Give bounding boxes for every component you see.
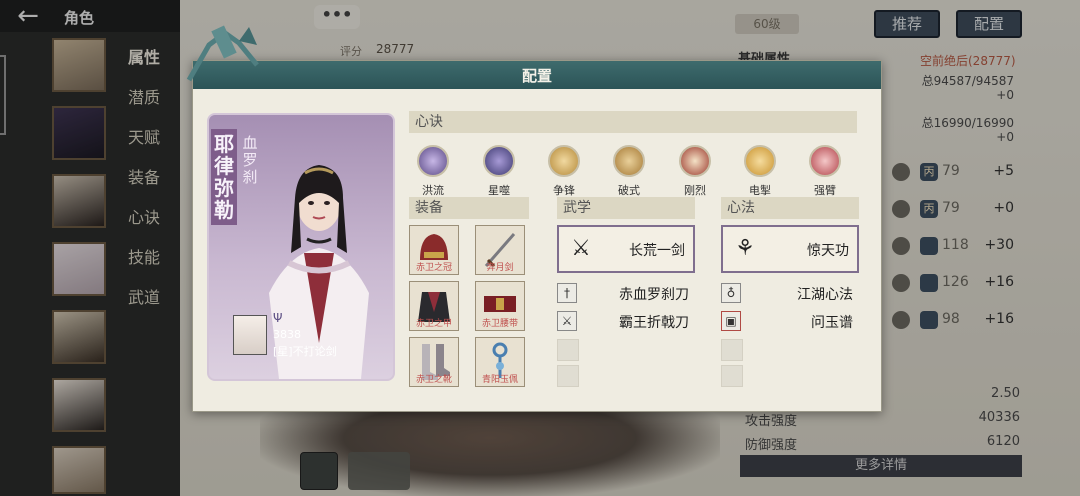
equip-name: 青阳玉佩 bbox=[481, 375, 518, 385]
skill-label: 星噬 bbox=[488, 184, 510, 197]
wuxue-main-name: 长荒一剑 bbox=[629, 243, 685, 259]
player-tag: [星]不打论剑 bbox=[273, 345, 337, 358]
skill-label: 洪流 bbox=[422, 184, 444, 197]
equip-slot-boots[interactable]: 赤卫之靴 bbox=[409, 337, 459, 387]
section-equip-header: 装备 bbox=[409, 197, 529, 219]
equip-name: 赤卫之甲 bbox=[415, 319, 452, 329]
xinfa-main-name: 惊天功 bbox=[807, 243, 849, 259]
equip-slot-accessory[interactable]: 青阳玉佩 bbox=[475, 337, 525, 387]
skill-label: 刚烈 bbox=[684, 184, 706, 197]
wuxue-sub-name[interactable]: 赤血罗刹刀 bbox=[585, 284, 695, 304]
ganglie-skill-icon[interactable] bbox=[679, 145, 711, 177]
blade-skill-icon[interactable]: † bbox=[557, 283, 577, 303]
section-xinfa-header: 心法 bbox=[721, 197, 859, 219]
empty-xinfa-slot[interactable] bbox=[721, 365, 743, 387]
sword-stance-icon: ⚔ bbox=[571, 236, 591, 261]
empty-wuxue-slot[interactable] bbox=[557, 365, 579, 387]
skill-label: 争锋 bbox=[553, 184, 575, 197]
skill-label: 破式 bbox=[618, 184, 640, 197]
sect-icon: Ψ bbox=[273, 311, 283, 325]
equip-slot-belt[interactable]: 赤卫腰带 bbox=[475, 281, 525, 331]
qiangbi-skill-icon[interactable] bbox=[809, 145, 841, 177]
equip-slot-armor[interactable]: 赤卫之甲 bbox=[409, 281, 459, 331]
equip-name: 奔月剑 bbox=[486, 263, 514, 273]
player-avatar bbox=[233, 315, 267, 355]
empty-xinfa-slot[interactable] bbox=[721, 339, 743, 361]
jade-manual-icon[interactable]: ▣ bbox=[721, 311, 741, 331]
empty-wuxue-slot[interactable] bbox=[557, 339, 579, 361]
xingshi-skill-icon[interactable] bbox=[483, 145, 515, 177]
skill-label: 强臂 bbox=[814, 184, 836, 197]
section-xinjue-header: 心诀 bbox=[409, 111, 857, 133]
character-title: 血罗刹 bbox=[242, 134, 258, 186]
character-name: 耶律弥勒 bbox=[211, 129, 237, 225]
modal-title: 配置 bbox=[521, 67, 552, 85]
xinfa-main-slot[interactable]: ⚘ 惊天功 bbox=[721, 225, 859, 273]
equip-slot-helmet[interactable]: 赤卫之冠 bbox=[409, 225, 459, 275]
zhengfeng-skill-icon[interactable] bbox=[548, 145, 580, 177]
equip-name: 赤卫腰带 bbox=[481, 319, 518, 329]
xinfa-sub-name[interactable]: 江湖心法 bbox=[749, 284, 859, 304]
hongliu-skill-icon[interactable] bbox=[417, 145, 449, 177]
poshi-skill-icon[interactable] bbox=[613, 145, 645, 177]
skill-label: 电掣 bbox=[749, 184, 771, 197]
equip-slot-weapon[interactable]: 奔月剑 bbox=[475, 225, 525, 275]
equip-name: 赤卫之冠 bbox=[415, 263, 452, 273]
wuxue-main-slot[interactable]: ⚔ 长荒一剑 bbox=[557, 225, 695, 273]
meditation-icon: ⚘ bbox=[735, 236, 755, 261]
equip-name: 赤卫之靴 bbox=[415, 375, 452, 385]
wuxue-sub-name[interactable]: 霸王折戟刀 bbox=[585, 312, 695, 332]
halberd-skill-icon[interactable]: ⚔ bbox=[557, 311, 577, 331]
power-value: 3838 bbox=[273, 328, 301, 341]
mind-method-icon[interactable]: ♁ bbox=[721, 283, 741, 303]
dianche-skill-icon[interactable] bbox=[744, 145, 776, 177]
character-card: 耶律弥勒 血罗刹 Ψ 3838 [星]不打论剑 bbox=[207, 113, 395, 381]
config-modal: 配置 耶律弥勒 血罗刹 Ψ 3838 [星]不打论剑 心诀 洪流 星噬 争锋 破… bbox=[186, 25, 882, 412]
xinfa-sub-name[interactable]: 问玉谱 bbox=[749, 312, 859, 332]
section-wuxue-header: 武学 bbox=[557, 197, 695, 219]
